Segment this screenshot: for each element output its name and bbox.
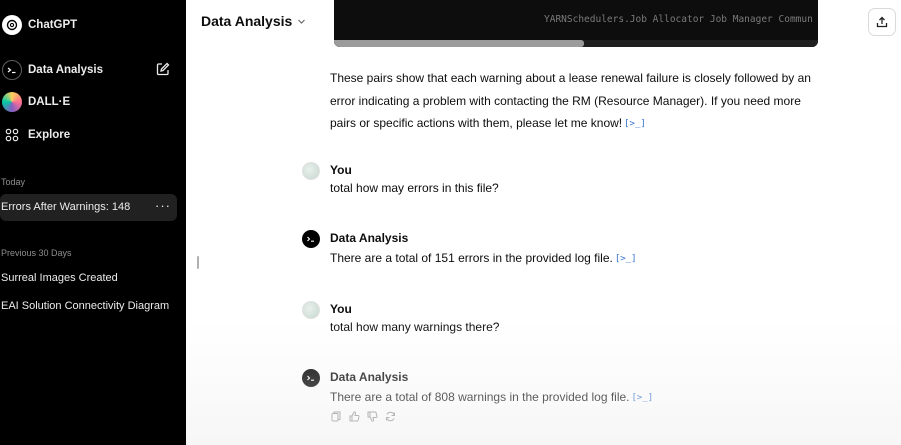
message-actions <box>330 410 396 422</box>
sidebar-item-explore[interactable]: Explore <box>0 121 186 149</box>
view-analysis-link[interactable]: [>_] <box>615 254 637 264</box>
assistant-response-text: These pairs show that each warning about… <box>330 67 830 136</box>
sidebar-item-label: ChatGPT <box>28 19 78 31</box>
message-author: Data Analysis <box>330 231 409 245</box>
view-analysis-link[interactable]: [>_] <box>632 393 654 403</box>
sidebar-item-label: Explore <box>28 129 71 141</box>
assistant-message: There are a total of 151 errors in the p… <box>330 251 637 265</box>
chat-item-surreal-images[interactable]: Surreal Images Created <box>1 272 185 284</box>
code-output-block: YARNSchedulers.Job Allocator Job Manager… <box>334 0 818 47</box>
message-author: Data Analysis <box>330 370 409 384</box>
assistant-message: There are a total of 808 warnings in the… <box>330 390 653 404</box>
response-body: These pairs show that each warning about… <box>330 71 811 130</box>
chat-options-icon[interactable]: ··· <box>155 198 171 213</box>
section-title-today: Today <box>1 177 26 187</box>
sidebar-item-label: DALL·E <box>28 96 71 108</box>
user-message-text: total how many warnings there? <box>330 320 500 334</box>
scrollbar-thumb[interactable] <box>334 40 584 47</box>
thumbs-up-icon[interactable] <box>348 410 360 422</box>
sidebar-item-chatgpt[interactable]: ChatGPT <box>0 11 186 39</box>
thumbs-down-icon[interactable] <box>366 410 378 422</box>
terminal-icon <box>2 60 22 80</box>
grid-icon <box>2 125 22 145</box>
assistant-message-text: There are a total of 808 warnings in the… <box>330 390 630 404</box>
code-text: YARNSchedulers.Job Allocator Job Manager… <box>544 14 813 25</box>
bottom-fade <box>186 320 901 445</box>
assistant-avatar <box>302 369 320 387</box>
view-analysis-link[interactable]: [>_] <box>624 113 646 136</box>
model-selector[interactable]: Data Analysis <box>201 13 306 29</box>
terminal-icon <box>307 236 314 242</box>
sidebar-resize-handle[interactable] <box>197 256 199 269</box>
new-chat-edit-icon[interactable] <box>156 62 170 81</box>
share-icon <box>876 16 888 28</box>
assistant-message-text: There are a total of 151 errors in the p… <box>330 251 613 265</box>
sidebar-item-label: Data Analysis <box>28 64 103 76</box>
openai-logo-icon <box>2 15 22 35</box>
regenerate-icon[interactable] <box>384 410 396 422</box>
share-button[interactable] <box>868 8 896 36</box>
sidebar: ChatGPT Data Analysis DALL·E Explore Tod… <box>0 0 186 445</box>
user-message-text: total how may errors in this file? <box>330 181 499 195</box>
user-avatar <box>302 162 320 180</box>
assistant-avatar <box>302 230 320 248</box>
dalle-icon <box>2 92 22 112</box>
user-avatar <box>302 301 320 319</box>
message-author: You <box>330 302 352 316</box>
chat-item-eai-solution[interactable]: EAI Solution Connectivity Diagram <box>1 300 185 312</box>
message-author: You <box>330 163 352 177</box>
page-title: Data Analysis <box>201 13 293 29</box>
section-title-previous-30-days: Previous 30 Days <box>1 248 72 258</box>
copy-icon[interactable] <box>330 410 342 422</box>
chat-item-errors-after-warnings[interactable]: Errors After Warnings: 148 <box>1 201 151 213</box>
chevron-down-icon <box>298 19 306 24</box>
sidebar-item-dalle[interactable]: DALL·E <box>0 88 186 116</box>
terminal-icon <box>307 375 314 381</box>
